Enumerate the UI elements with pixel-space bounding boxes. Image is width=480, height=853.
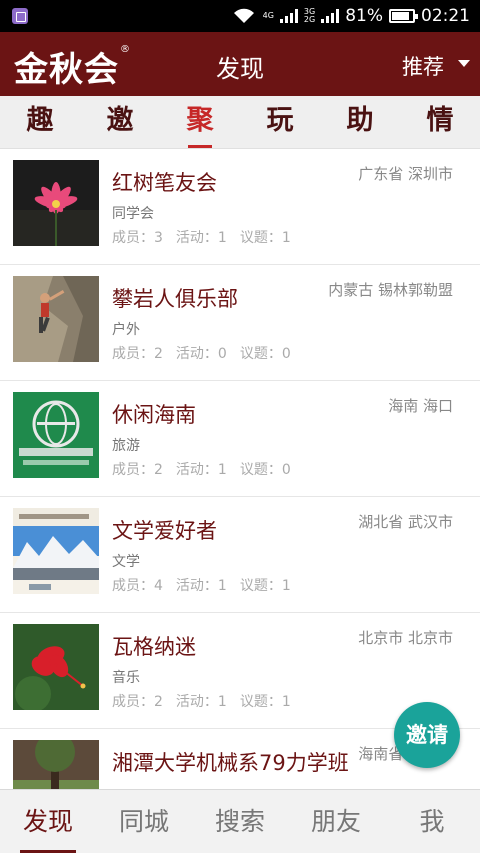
topics-count: 议题：0 [239, 462, 291, 478]
nav-same-city[interactable]: 同城 [96, 790, 192, 853]
gallery-notification-icon [12, 8, 28, 24]
members-count: 成员：3 [112, 230, 163, 246]
battery-icon [389, 9, 418, 23]
group-thumbnail [13, 160, 99, 246]
members-count: 成员：2 [112, 462, 163, 478]
list-item[interactable]: 红树笔友会 广东省 深圳市 同学会 成员：3 活动：1 议题：1 [0, 149, 480, 265]
bottom-nav: 发现 同城 搜索 朋友 我 [0, 789, 480, 853]
members-count: 成员：2 [112, 346, 163, 362]
nav-search[interactable]: 搜索 [192, 790, 288, 853]
tab-zhu[interactable]: 助 [320, 96, 400, 148]
group-thumbnail [13, 508, 99, 594]
group-thumbnail [13, 276, 99, 362]
group-location: 内蒙古 锡林郭勒盟 [328, 281, 453, 299]
nav-discover[interactable]: 发现 [0, 790, 96, 853]
nav-me[interactable]: 我 [384, 790, 480, 853]
group-category: 音乐 [112, 670, 140, 686]
group-stats: 成员：2 活动：1 议题：0 [112, 459, 291, 479]
activities-count: 活动：1 [175, 578, 227, 594]
tab-ju[interactable]: 聚 [160, 96, 240, 148]
group-stats: 成员：3 活动：1 议题：1 [112, 227, 291, 247]
group-thumbnail [13, 392, 99, 478]
topics-count: 议题：1 [239, 230, 291, 246]
group-thumbnail [13, 740, 99, 789]
clock: 02:21 [421, 6, 470, 26]
group-name: 文学爱好者 [112, 519, 217, 543]
group-location: 广东省 深圳市 [358, 165, 453, 183]
category-tabs: 趣 邀 聚 玩 助 情 [0, 96, 480, 149]
signal-2-icon [321, 9, 340, 23]
network-4g-label: 4G [263, 12, 274, 20]
topics-count: 议题：0 [239, 346, 291, 362]
app-header: 金秋会 ® 发现 推荐 [0, 32, 480, 96]
tab-qu[interactable]: 趣 [0, 96, 80, 148]
group-name: 休闲海南 [112, 403, 196, 427]
network-3g2g-label: 3G 2G [304, 8, 315, 24]
group-name: 红树笔友会 [112, 171, 217, 195]
group-list: 红树笔友会 广东省 深圳市 同学会 成员：3 活动：1 议题：1 攀岩人俱乐部 … [0, 149, 480, 789]
members-count: 成员：4 [112, 578, 163, 594]
group-stats: 成员：2 活动：1 议题：1 [112, 691, 291, 711]
net-4g-text: 4G [262, 11, 274, 20]
caret-down-icon[interactable] [458, 60, 470, 67]
net-2g-text: 2G [303, 15, 316, 24]
list-item[interactable]: 文学爱好者 湖北省 武汉市 文学 成员：4 活动：1 议题：1 [0, 497, 480, 613]
activities-count: 活动：1 [175, 694, 227, 710]
nav-friends[interactable]: 朋友 [288, 790, 384, 853]
activities-count: 活动：1 [175, 230, 227, 246]
list-item[interactable]: 攀岩人俱乐部 内蒙古 锡林郭勒盟 户外 成员：2 活动：0 议题：0 [0, 265, 480, 381]
group-stats: 成员：4 活动：1 议题：1 [112, 575, 291, 595]
tab-qing[interactable]: 情 [400, 96, 480, 148]
tab-yao[interactable]: 邀 [80, 96, 160, 148]
topics-count: 议题：1 [239, 578, 291, 594]
group-category: 文学 [112, 554, 140, 570]
group-name: 攀岩人俱乐部 [112, 287, 238, 311]
group-location: 北京市 北京市 [358, 629, 453, 647]
topics-count: 议题：1 [239, 694, 291, 710]
invite-button[interactable]: 邀请 [394, 702, 460, 768]
group-category: 同学会 [112, 206, 154, 222]
group-stats: 成员：2 活动：0 议题：0 [112, 343, 291, 363]
list-item[interactable]: 休闲海南 海南 海口 旅游 成员：2 活动：1 议题：0 [0, 381, 480, 497]
group-thumbnail [13, 624, 99, 710]
group-location: 海南 海口 [388, 397, 453, 415]
group-name: 湘潭大学机械系79力学班 [112, 751, 349, 775]
tab-wan[interactable]: 玩 [240, 96, 320, 148]
status-indicators: 4G 3G 2G 81% 02:21 [233, 0, 470, 32]
recommend-dropdown[interactable]: 推荐 [402, 51, 444, 81]
status-bar: 4G 3G 2G 81% 02:21 [0, 0, 480, 32]
activities-count: 活动：0 [175, 346, 227, 362]
wifi-icon [233, 8, 255, 24]
activities-count: 活动：1 [175, 462, 227, 478]
group-category: 户外 [112, 322, 140, 338]
group-category: 旅游 [112, 438, 140, 454]
group-name: 瓦格纳迷 [112, 635, 196, 659]
members-count: 成员：2 [112, 694, 163, 710]
group-location: 湖北省 武汉市 [358, 513, 453, 531]
battery-percent: 81% [345, 6, 383, 26]
signal-1-icon [279, 9, 298, 23]
